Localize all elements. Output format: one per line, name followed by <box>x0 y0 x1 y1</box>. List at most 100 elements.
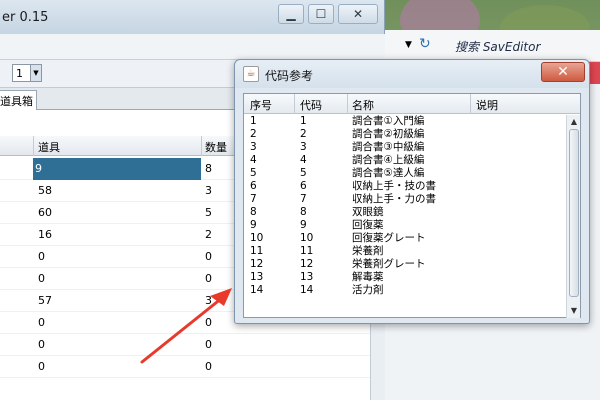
dropdown-arrow-icon[interactable]: ▼ <box>405 40 412 50</box>
code-cell-no: 12 <box>250 258 264 270</box>
code-cell-code: 9 <box>300 219 307 231</box>
java-app-icon: ☕ <box>243 66 259 82</box>
item-cell: 16 <box>38 228 52 241</box>
column-divider <box>201 136 202 156</box>
list-item[interactable]: 7 7 収納上手・力の書 <box>244 193 566 206</box>
column-header-name[interactable]: 名称 <box>352 97 374 113</box>
code-cell-name: 調合書②初級編 <box>352 128 425 140</box>
code-cell-code: 1 <box>300 115 307 127</box>
code-cell-no: 10 <box>250 232 264 244</box>
column-header-note[interactable]: 说明 <box>476 97 498 113</box>
list-item[interactable]: 1 1 調合書①入門編 <box>244 115 566 128</box>
code-cell-no: 6 <box>250 180 257 192</box>
code-cell-code: 4 <box>300 154 307 166</box>
code-cell-code: 11 <box>300 245 314 257</box>
scroll-down-icon[interactable]: ▼ <box>568 305 580 317</box>
code-cell-code: 7 <box>300 193 307 205</box>
code-cell-name: 調合書⑤達人編 <box>352 167 425 179</box>
selected-cell[interactable]: 9 <box>33 158 201 180</box>
refresh-icon[interactable]: ↻ <box>419 36 431 52</box>
column-header-no[interactable]: 序号 <box>250 97 272 113</box>
item-cell: 0 <box>38 338 45 351</box>
column-divider <box>347 94 348 114</box>
right-app-toolbar: ▼ ↻ 搜索 SavEditor <box>385 30 600 62</box>
code-cell-code: 6 <box>300 180 307 192</box>
code-cell-name: 回復薬 <box>352 219 384 231</box>
code-cell-code: 3 <box>300 141 307 153</box>
code-cell-name: 双眼鏡 <box>352 206 384 218</box>
code-cell-no: 7 <box>250 193 257 205</box>
list-item[interactable]: 9 9 回復薬 <box>244 219 566 232</box>
code-cell-name: 調合書④上級編 <box>352 154 425 166</box>
column-header-code[interactable]: 代码 <box>300 97 322 113</box>
code-reference-dialog: ☕ 代码参考 ✕ 序号 代码 名称 说明 1 1 調合書①入門編 2 2 調合書②初級編 3… <box>234 59 590 324</box>
column-divider <box>470 94 471 114</box>
code-cell-no: 5 <box>250 167 257 179</box>
code-cell-no: 3 <box>250 141 257 153</box>
table-row[interactable]: 00 <box>0 334 370 356</box>
qty-cell: 2 <box>205 228 212 241</box>
code-cell-name: 栄養剤 <box>352 245 384 257</box>
close-icon: ✕ <box>557 64 569 80</box>
search-label[interactable]: 搜索 SavEditor <box>455 38 540 55</box>
menu-strip <box>0 34 385 60</box>
code-cell-no: 11 <box>250 245 264 257</box>
qty-cell: 0 <box>205 272 212 285</box>
qty-cell: 0 <box>205 338 212 351</box>
code-table-header: 序号 代码 名称 说明 <box>244 94 580 114</box>
code-cell-no: 4 <box>250 154 257 166</box>
code-table-rows: 1 1 調合書①入門編 2 2 調合書②初級編 3 3 調合書③中級編 4 4 調合書④上級編 5 5 調合… <box>244 115 566 318</box>
list-item[interactable]: 10 10 回復薬グレート <box>244 232 566 245</box>
tab-toolbox[interactable]: 道具箱 <box>0 90 37 110</box>
code-cell-name: 栄養剤グレート <box>352 258 426 270</box>
item-cell: 58 <box>38 184 52 197</box>
scrollbar-thumb[interactable] <box>569 129 579 297</box>
item-cell: 0 <box>38 316 45 329</box>
code-cell-no: 9 <box>250 219 257 231</box>
code-cell-code: 13 <box>300 271 314 283</box>
code-table-scrollbar[interactable]: ▲ ▼ <box>566 115 580 318</box>
code-table: 序号 代码 名称 说明 1 1 調合書①入門編 2 2 調合書②初級編 3 3 調合書③中級編 4… <box>243 93 581 318</box>
column-header-item[interactable]: 道具 <box>38 139 60 155</box>
list-item[interactable]: 5 5 調合書⑤達人編 <box>244 167 566 180</box>
code-cell-name: 収納上手・技の書 <box>352 180 436 192</box>
item-cell: 60 <box>38 206 52 219</box>
code-cell-name: 収納上手・力の書 <box>352 193 436 205</box>
list-item[interactable]: 4 4 調合書④上級編 <box>244 154 566 167</box>
qty-cell: 3 <box>205 294 212 307</box>
qty-cell: 5 <box>205 206 212 219</box>
list-item[interactable]: 2 2 調合書②初級編 <box>244 128 566 141</box>
minimize-icon: ▁ <box>286 7 296 21</box>
scroll-up-icon[interactable]: ▲ <box>568 116 580 128</box>
table-row[interactable]: 00 <box>0 356 370 378</box>
maximize-button[interactable]: ☐ <box>308 4 334 24</box>
list-item[interactable]: 8 8 双眼鏡 <box>244 206 566 219</box>
code-cell-name: 回復薬グレート <box>352 232 426 244</box>
list-item[interactable]: 11 11 栄養剤 <box>244 245 566 258</box>
close-button[interactable]: ✕ <box>338 4 378 24</box>
list-item[interactable]: 3 3 調合書③中級編 <box>244 141 566 154</box>
list-item[interactable]: 12 12 栄養剤グレート <box>244 258 566 271</box>
chevron-down-icon[interactable]: ▼ <box>30 65 41 81</box>
minimize-button[interactable]: ▁ <box>278 4 304 24</box>
code-cell-name: 解毒薬 <box>352 271 384 283</box>
code-cell-code: 5 <box>300 167 307 179</box>
qty-cell: 0 <box>205 316 212 329</box>
list-item[interactable]: 13 13 解毒薬 <box>244 271 566 284</box>
list-item[interactable]: 14 14 活力剤 <box>244 284 566 297</box>
code-cell-no: 8 <box>250 206 257 218</box>
code-cell-no: 14 <box>250 284 264 296</box>
page-selector[interactable]: 1 ▼ <box>12 64 42 82</box>
dialog-titlebar[interactable]: ☕ 代码参考 ✕ <box>235 60 589 88</box>
dialog-close-button[interactable]: ✕ <box>541 62 585 82</box>
list-item[interactable]: 6 6 収納上手・技の書 <box>244 180 566 193</box>
column-header-qty[interactable]: 数量 <box>205 139 227 155</box>
window-title: er 0.15 <box>2 10 49 25</box>
main-titlebar[interactable]: er 0.15 ▁ ☐ ✕ <box>0 0 384 34</box>
code-cell-name: 調合書①入門編 <box>352 115 425 127</box>
code-cell-code: 2 <box>300 128 307 140</box>
dialog-title: 代码参考 <box>265 69 314 83</box>
code-cell-name: 活力剤 <box>352 284 384 296</box>
column-divider <box>294 94 295 114</box>
qty-cell: 8 <box>205 162 212 175</box>
